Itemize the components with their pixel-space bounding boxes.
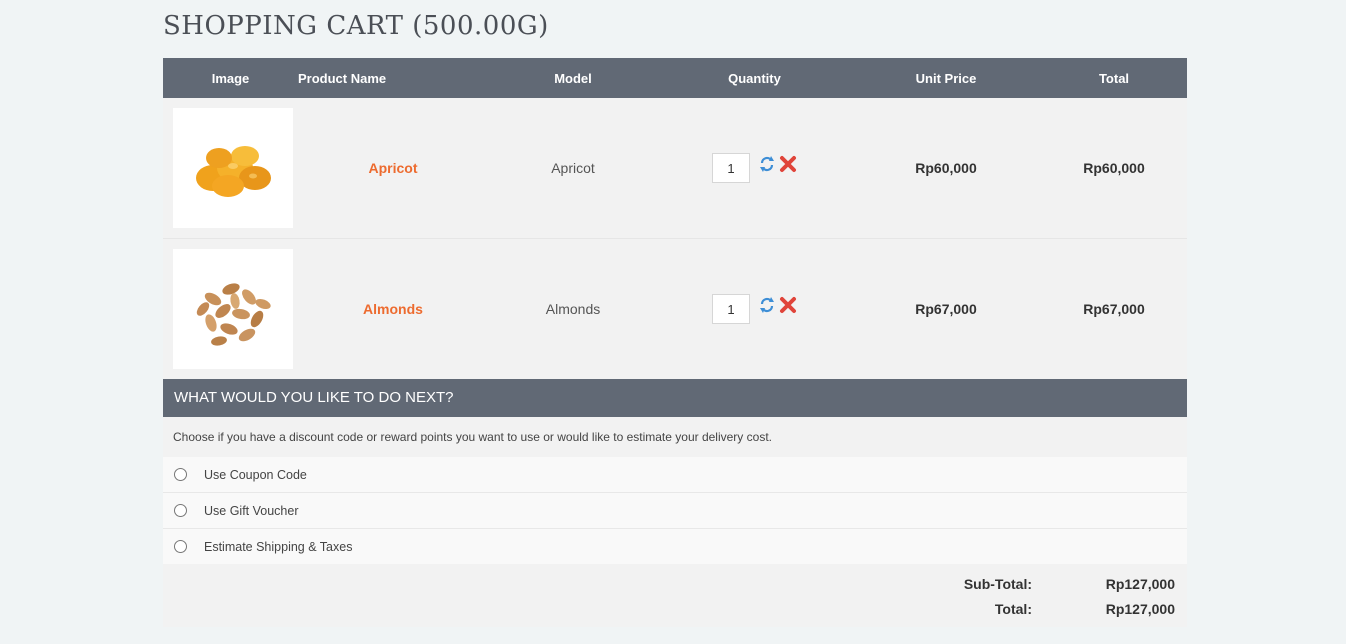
col-header-image: Image xyxy=(163,58,298,98)
next-steps-heading: WHAT WOULD YOU LIKE TO DO NEXT? xyxy=(163,379,1187,417)
product-name-cell: Almonds xyxy=(298,238,488,379)
cart-table: Image Product Name Model Quantity Unit P… xyxy=(163,58,1187,379)
subtotal-label: Sub-Total: xyxy=(963,576,1032,592)
model-cell: Apricot xyxy=(488,98,658,239)
page-title: SHOPPING CART (500.00G) xyxy=(163,11,549,41)
total-label: Total: xyxy=(994,601,1032,617)
option-label: Use Gift Voucher xyxy=(204,503,299,518)
col-header-product-name: Product Name xyxy=(298,58,488,98)
col-header-model: Model xyxy=(488,58,658,98)
table-header-row: Image Product Name Model Quantity Unit P… xyxy=(163,58,1187,98)
line-total: Rp67,000 xyxy=(1083,301,1145,317)
unit-price: Rp60,000 xyxy=(915,160,977,176)
table-row: Apricot Apricot 1 Rp60,000 Rp60,000 xyxy=(163,98,1187,239)
unit-price-cell: Rp67,000 xyxy=(851,238,1041,379)
subtotal-value: Rp127,000 xyxy=(1105,576,1175,592)
remove-icon[interactable] xyxy=(779,296,797,314)
refresh-icon[interactable] xyxy=(758,155,776,173)
col-header-quantity: Quantity xyxy=(658,58,851,98)
product-image-apricot[interactable] xyxy=(173,108,293,228)
cart-totals: Sub-Total: Rp127,000 Total: Rp127,000 xyxy=(163,564,1187,627)
almonds-image xyxy=(196,283,271,346)
quantity-controls xyxy=(712,153,797,183)
col-header-total: Total xyxy=(1041,58,1187,98)
product-image-cell xyxy=(163,98,298,239)
model-text: Apricot xyxy=(551,160,595,176)
quantity-cell xyxy=(658,98,851,239)
option-shipping[interactable]: Estimate Shipping & Taxes xyxy=(163,528,1187,564)
model-cell: Almonds xyxy=(488,238,658,379)
next-steps-options: Use Coupon Code Use Gift Voucher Estimat… xyxy=(163,457,1187,564)
total-cell: Rp67,000 xyxy=(1041,238,1187,379)
quantity-controls xyxy=(712,294,797,324)
quantity-input[interactable] xyxy=(712,294,750,324)
total-row: Total: Rp127,000 xyxy=(875,601,1175,621)
col-header-unit-price: Unit Price xyxy=(851,58,1041,98)
option-voucher[interactable]: Use Gift Voucher xyxy=(163,492,1187,528)
product-link[interactable]: Almonds xyxy=(363,301,423,317)
subtotal-row: Sub-Total: Rp127,000 xyxy=(875,576,1175,596)
voucher-radio[interactable] xyxy=(174,504,187,517)
option-label: Use Coupon Code xyxy=(204,467,307,482)
apricot-image xyxy=(196,146,271,197)
coupon-radio[interactable] xyxy=(174,468,187,481)
quantity-cell xyxy=(658,238,851,379)
product-image-almonds[interactable] xyxy=(173,249,293,369)
cart-container: SHOPPING CART (500.00G) Image Product Na… xyxy=(163,0,1187,627)
refresh-icon[interactable] xyxy=(758,296,776,314)
shipping-radio[interactable] xyxy=(174,540,187,553)
total-value: Rp127,000 xyxy=(1105,601,1175,617)
quantity-input[interactable] xyxy=(712,153,750,183)
table-row: Almonds Almonds 1 Rp67,000 Rp67,000 xyxy=(163,238,1187,379)
option-coupon[interactable]: Use Coupon Code xyxy=(163,457,1187,492)
product-link[interactable]: Apricot xyxy=(369,160,418,176)
product-name-cell: Apricot xyxy=(298,98,488,239)
line-total: Rp60,000 xyxy=(1083,160,1145,176)
unit-price-cell: Rp60,000 xyxy=(851,98,1041,239)
next-steps-description: Choose if you have a discount code or re… xyxy=(163,417,1187,457)
product-image-cell xyxy=(163,238,298,379)
option-label: Estimate Shipping & Taxes xyxy=(204,539,353,554)
model-text: Almonds xyxy=(545,301,601,317)
total-cell: Rp60,000 xyxy=(1041,98,1187,239)
remove-icon[interactable] xyxy=(779,155,797,173)
unit-price: Rp67,000 xyxy=(915,301,977,317)
